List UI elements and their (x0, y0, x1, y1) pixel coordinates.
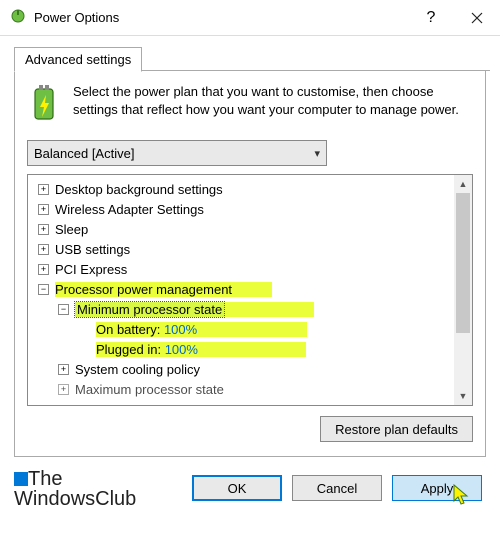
tree-item-min-processor-state[interactable]: −Minimum processor state (30, 299, 452, 319)
tab-advanced-settings[interactable]: Advanced settings (14, 47, 142, 72)
scroll-down-icon[interactable]: ▼ (454, 387, 472, 405)
chevron-down-icon: ▾ (314, 147, 320, 160)
close-button[interactable] (454, 0, 500, 36)
tabstrip: Advanced settings (0, 36, 500, 71)
cancel-button[interactable]: Cancel (292, 475, 382, 501)
collapse-icon[interactable]: − (58, 304, 69, 315)
setting-on-battery[interactable]: On battery: 100% (30, 319, 452, 339)
tree-item-cooling[interactable]: +System cooling policy (30, 359, 452, 379)
tree-item[interactable]: +Sleep (30, 219, 452, 239)
scroll-track[interactable] (454, 193, 472, 387)
expand-icon[interactable]: + (38, 224, 49, 235)
tree-item-processor[interactable]: −Processor power management (30, 279, 452, 299)
settings-panel: Select the power plan that you want to c… (14, 71, 486, 457)
expand-icon[interactable]: + (38, 244, 49, 255)
apply-button[interactable]: Apply (392, 475, 482, 501)
watermark: The WindowsClub (14, 469, 136, 509)
scroll-thumb[interactable] (456, 193, 470, 333)
tree-item[interactable]: +USB settings (30, 239, 452, 259)
tree-item[interactable]: +Wireless Adapter Settings (30, 199, 452, 219)
expand-icon[interactable]: + (38, 204, 49, 215)
ok-button[interactable]: OK (192, 475, 282, 501)
setting-plugged-in[interactable]: Plugged in: 100% (30, 339, 452, 359)
collapse-icon[interactable]: − (38, 284, 49, 295)
watermark-square-icon (14, 472, 28, 486)
restore-defaults-button[interactable]: Restore plan defaults (320, 416, 473, 442)
power-plan-dropdown[interactable]: Balanced [Active] ▾ (27, 140, 327, 166)
expand-icon[interactable]: + (38, 264, 49, 275)
scrollbar[interactable]: ▲ ▼ (454, 175, 472, 405)
expand-icon[interactable]: + (58, 384, 69, 395)
power-plan-selected: Balanced [Active] (34, 146, 134, 161)
expand-icon[interactable]: + (38, 184, 49, 195)
battery-icon (27, 83, 61, 126)
dialog-footer: The WindowsClub OK Cancel Apply (0, 467, 500, 519)
help-button[interactable]: ? (408, 0, 454, 36)
tree-item[interactable]: +Desktop background settings (30, 179, 452, 199)
scroll-up-icon[interactable]: ▲ (454, 175, 472, 193)
expand-icon[interactable]: + (58, 364, 69, 375)
window-title: Power Options (34, 10, 408, 25)
settings-tree: +Desktop background settings +Wireless A… (27, 174, 473, 406)
power-options-icon (10, 8, 26, 27)
tree-item[interactable]: +PCI Express (30, 259, 452, 279)
info-block: Select the power plan that you want to c… (27, 83, 473, 126)
info-text: Select the power plan that you want to c… (73, 83, 473, 126)
tree-item-max-processor-state[interactable]: +Maximum processor state (30, 379, 452, 399)
titlebar: Power Options ? (0, 0, 500, 36)
